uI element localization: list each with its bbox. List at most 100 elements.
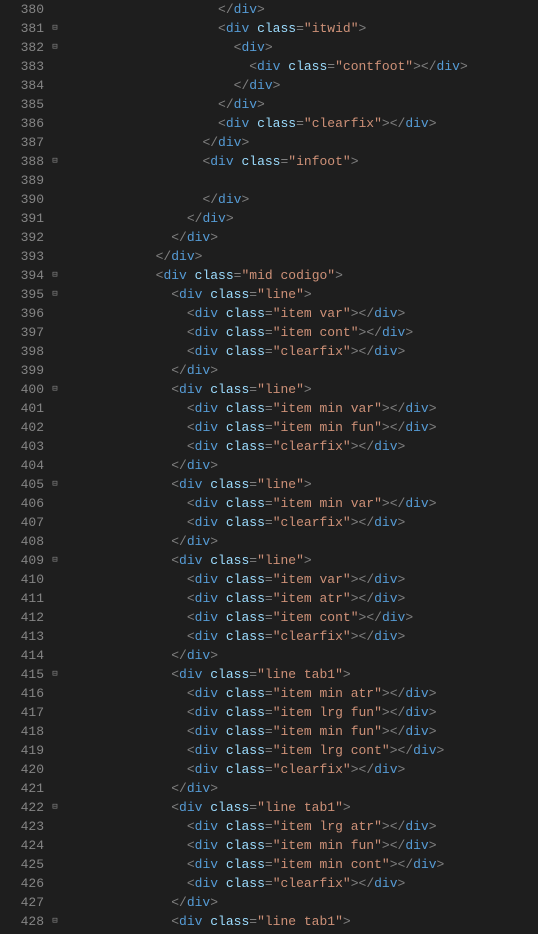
code-line[interactable]: <div class="item lrg cont"></div> bbox=[62, 741, 538, 760]
line-number: 410 bbox=[0, 570, 44, 589]
code-line[interactable]: <div class="line"> bbox=[62, 285, 538, 304]
code-line[interactable]: </div> bbox=[62, 133, 538, 152]
line-number: 399 bbox=[0, 361, 44, 380]
fold-column: ⊟⊟⊟⊟⊟⊟⊟⊟⊟⊟⊟ bbox=[48, 0, 62, 934]
fold-toggle-icon[interactable]: ⊟ bbox=[48, 380, 62, 399]
code-line[interactable]: <div class="clearfix"></div> bbox=[62, 760, 538, 779]
fold-spacer bbox=[48, 532, 62, 551]
code-line[interactable]: <div class="clearfix"></div> bbox=[62, 342, 538, 361]
fold-spacer bbox=[48, 760, 62, 779]
code-line[interactable]: <div> bbox=[62, 38, 538, 57]
fold-spacer bbox=[48, 513, 62, 532]
fold-spacer bbox=[48, 437, 62, 456]
fold-toggle-icon[interactable]: ⊟ bbox=[48, 285, 62, 304]
code-line[interactable]: <div class="item min cont"></div> bbox=[62, 855, 538, 874]
code-line[interactable]: <div class="line"> bbox=[62, 380, 538, 399]
code-line[interactable]: <div class="item min fun"></div> bbox=[62, 418, 538, 437]
code-line[interactable]: <div class="clearfix"></div> bbox=[62, 874, 538, 893]
code-line[interactable]: <div class="clearfix"></div> bbox=[62, 627, 538, 646]
fold-spacer bbox=[48, 247, 62, 266]
code-line[interactable]: <div class="clearfix"></div> bbox=[62, 513, 538, 532]
code-line[interactable]: <div class="item lrg fun"></div> bbox=[62, 703, 538, 722]
code-line[interactable]: <div class="infoot"> bbox=[62, 152, 538, 171]
code-line[interactable]: <div class="item cont"></div> bbox=[62, 608, 538, 627]
fold-spacer bbox=[48, 494, 62, 513]
code-line[interactable]: <div class="item min atr"></div> bbox=[62, 684, 538, 703]
fold-spacer bbox=[48, 874, 62, 893]
code-line[interactable]: </div> bbox=[62, 95, 538, 114]
line-number: 387 bbox=[0, 133, 44, 152]
code-line[interactable]: <div class="item min fun"></div> bbox=[62, 722, 538, 741]
line-number: 391 bbox=[0, 209, 44, 228]
line-number: 392 bbox=[0, 228, 44, 247]
line-number: 414 bbox=[0, 646, 44, 665]
code-line[interactable]: </div> bbox=[62, 247, 538, 266]
code-line[interactable]: </div> bbox=[62, 0, 538, 19]
code-line[interactable]: <div class="contfoot"></div> bbox=[62, 57, 538, 76]
line-number: 405 bbox=[0, 475, 44, 494]
fold-spacer bbox=[48, 0, 62, 19]
fold-toggle-icon[interactable]: ⊟ bbox=[48, 266, 62, 285]
code-line[interactable]: <div class="line tab1"> bbox=[62, 912, 538, 931]
fold-spacer bbox=[48, 627, 62, 646]
fold-spacer bbox=[48, 95, 62, 114]
code-line[interactable]: <div class="item min var"></div> bbox=[62, 494, 538, 513]
code-line[interactable]: </div> bbox=[62, 228, 538, 247]
line-number: 424 bbox=[0, 836, 44, 855]
code-line[interactable]: <div class="itwid"> bbox=[62, 19, 538, 38]
line-number: 408 bbox=[0, 532, 44, 551]
line-number: 418 bbox=[0, 722, 44, 741]
code-line[interactable]: <div class="clearfix"></div> bbox=[62, 437, 538, 456]
code-line[interactable]: </div> bbox=[62, 779, 538, 798]
code-line[interactable]: <div class="line"> bbox=[62, 475, 538, 494]
fold-spacer bbox=[48, 304, 62, 323]
fold-spacer bbox=[48, 190, 62, 209]
line-number: 394 bbox=[0, 266, 44, 285]
fold-toggle-icon[interactable]: ⊟ bbox=[48, 38, 62, 57]
fold-spacer bbox=[48, 817, 62, 836]
code-line[interactable]: <div class="line"> bbox=[62, 551, 538, 570]
code-line[interactable]: <div class="item min var"></div> bbox=[62, 399, 538, 418]
code-line[interactable]: <div class="item min fun"></div> bbox=[62, 836, 538, 855]
line-number: 419 bbox=[0, 741, 44, 760]
fold-spacer bbox=[48, 171, 62, 190]
fold-spacer bbox=[48, 855, 62, 874]
code-line[interactable]: </div> bbox=[62, 456, 538, 475]
line-number: 403 bbox=[0, 437, 44, 456]
fold-toggle-icon[interactable]: ⊟ bbox=[48, 912, 62, 931]
code-line[interactable]: </div> bbox=[62, 646, 538, 665]
fold-toggle-icon[interactable]: ⊟ bbox=[48, 551, 62, 570]
code-line[interactable]: <div class="item lrg atr"></div> bbox=[62, 817, 538, 836]
code-line[interactable]: <div class="item var"></div> bbox=[62, 570, 538, 589]
code-line[interactable]: </div> bbox=[62, 532, 538, 551]
code-line[interactable]: </div> bbox=[62, 190, 538, 209]
line-number: 393 bbox=[0, 247, 44, 266]
code-line[interactable]: <div class="line tab1"> bbox=[62, 665, 538, 684]
line-number: 390 bbox=[0, 190, 44, 209]
line-number: 415 bbox=[0, 665, 44, 684]
fold-toggle-icon[interactable]: ⊟ bbox=[48, 665, 62, 684]
code-line[interactable]: </div> bbox=[62, 209, 538, 228]
code-line[interactable]: </div> bbox=[62, 76, 538, 95]
code-line[interactable]: <div class="mid codigo"> bbox=[62, 266, 538, 285]
fold-toggle-icon[interactable]: ⊟ bbox=[48, 152, 62, 171]
fold-toggle-icon[interactable]: ⊟ bbox=[48, 475, 62, 494]
fold-spacer bbox=[48, 893, 62, 912]
code-line[interactable]: <div class="clearfix"></div> bbox=[62, 114, 538, 133]
code-line[interactable]: <div class="item atr"></div> bbox=[62, 589, 538, 608]
code-line[interactable]: </div> bbox=[62, 893, 538, 912]
line-number: 385 bbox=[0, 95, 44, 114]
line-number: 398 bbox=[0, 342, 44, 361]
fold-spacer bbox=[48, 114, 62, 133]
fold-toggle-icon[interactable]: ⊟ bbox=[48, 798, 62, 817]
fold-toggle-icon[interactable]: ⊟ bbox=[48, 19, 62, 38]
code-line[interactable]: </div> bbox=[62, 361, 538, 380]
fold-spacer bbox=[48, 456, 62, 475]
line-number: 388 bbox=[0, 152, 44, 171]
code-line[interactable]: <div class="item cont"></div> bbox=[62, 323, 538, 342]
line-number: 380 bbox=[0, 0, 44, 19]
code-line[interactable] bbox=[62, 171, 538, 190]
code-line[interactable]: <div class="line tab1"> bbox=[62, 798, 538, 817]
code-area[interactable]: </div> <div class="itwid"> <div> <div cl… bbox=[62, 0, 538, 934]
code-line[interactable]: <div class="item var"></div> bbox=[62, 304, 538, 323]
